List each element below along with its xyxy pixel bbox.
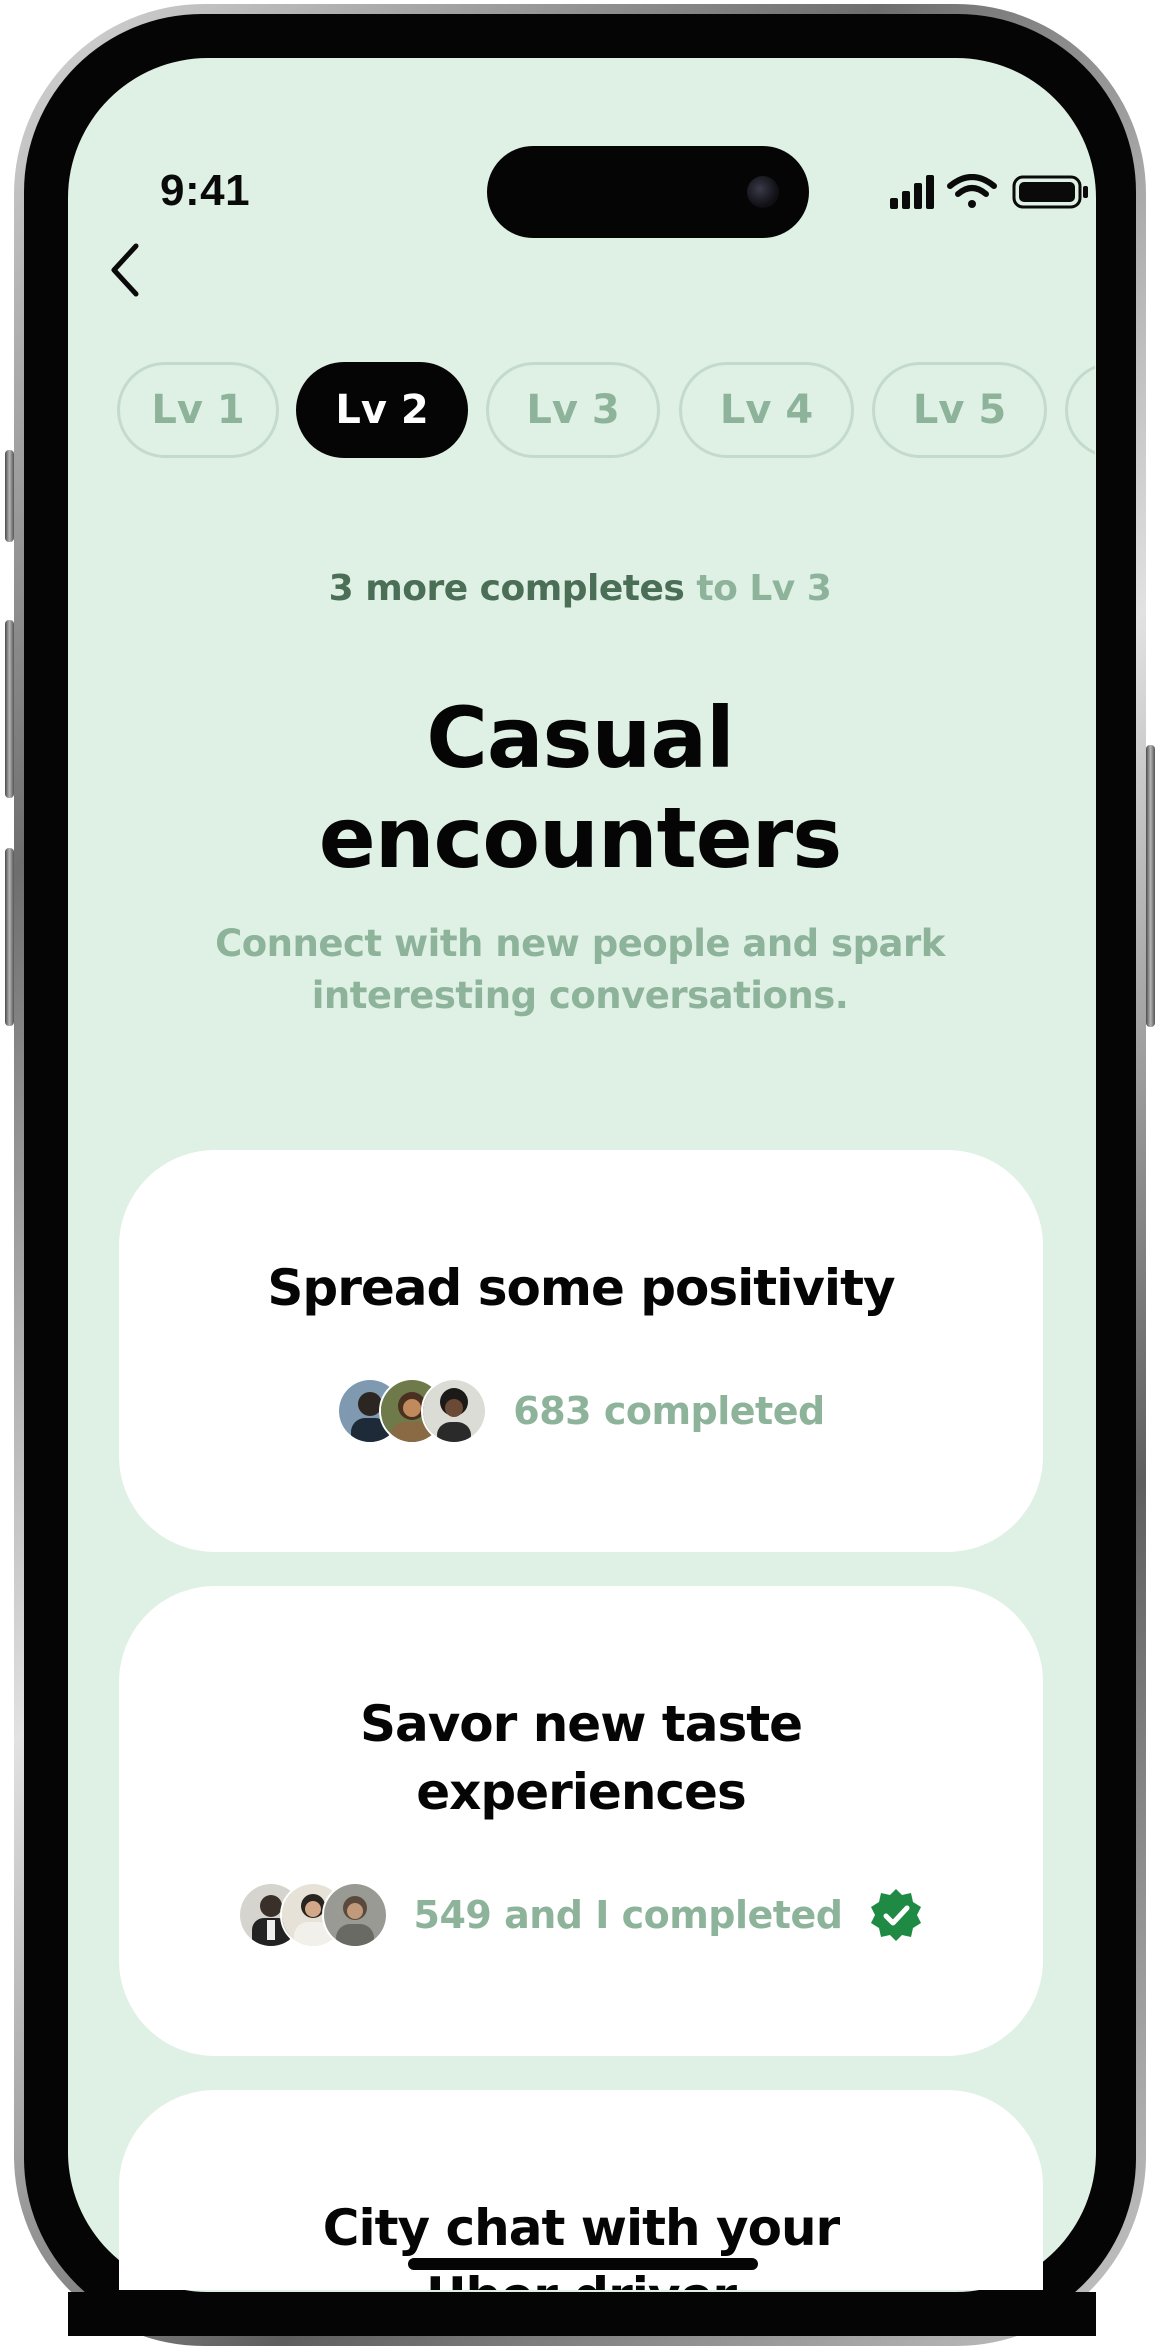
- page-title: Casual encounters: [0, 688, 1160, 888]
- card-meta: 549 and I completed: [119, 1882, 1043, 1948]
- progress-target: to Lv 3: [696, 568, 832, 609]
- level-tabs: Lv 1 Lv 2 Lv 3 Lv 4 Lv 5: [117, 360, 1095, 466]
- card-title-line-1: Savor new taste: [359, 1695, 803, 1753]
- card-title-line-1: Spread some positivity: [267, 1259, 895, 1317]
- challenge-card[interactable]: Savor new taste experiences 549 and I co…: [119, 1586, 1043, 2056]
- chevron-left-icon: [111, 243, 139, 297]
- title-line-1: Casual: [426, 689, 735, 787]
- level-tab-4[interactable]: Lv 4: [679, 362, 854, 458]
- card-title: Savor new taste experiences: [119, 1690, 1043, 1826]
- title-line-2: encounters: [318, 789, 842, 887]
- card-title-line-1: City chat with your: [322, 2199, 840, 2257]
- card-title: City chat with your Uber driver: [119, 2194, 1043, 2290]
- card-meta: 683 completed: [119, 1378, 1043, 1444]
- level-tab-2[interactable]: Lv 2: [296, 362, 468, 458]
- back-button[interactable]: [98, 238, 154, 302]
- page-subtitle: Connect with new people and spark intere…: [180, 918, 980, 1022]
- level-progress: 3 more completes to Lv 3: [0, 568, 1160, 609]
- status-icons: [890, 174, 1096, 210]
- completion-count: 683 completed: [513, 1389, 825, 1433]
- card-title-line-2: experiences: [416, 1763, 746, 1821]
- page: 9:41 Lv 1 Lv 2 Lv 3 Lv 4 Lv 5 3 more com…: [0, 0, 1160, 2350]
- level-tab-6[interactable]: [1065, 362, 1095, 458]
- battery-icon: [1012, 175, 1088, 209]
- card-title: Spread some positivity: [119, 1254, 1043, 1322]
- status-time: 9:41: [160, 166, 251, 215]
- wifi-icon: [947, 174, 997, 208]
- avatar-stack: [337, 1378, 488, 1444]
- progress-count: 3 more completes: [328, 568, 685, 609]
- action-button: [5, 450, 14, 542]
- completion-count: 549 and I completed: [413, 1893, 843, 1937]
- level-tab-3[interactable]: Lv 3: [486, 362, 660, 458]
- challenge-card[interactable]: Spread some positivity 683 completed: [119, 1150, 1043, 1552]
- level-tab-1[interactable]: Lv 1: [117, 362, 279, 458]
- avatar: [321, 1882, 388, 1948]
- avatar-stack: [237, 1882, 388, 1948]
- camera-icon: [747, 176, 779, 208]
- cellular-signal-icon: [890, 175, 934, 209]
- subtitle-line-1: Connect with new people and spark: [215, 922, 945, 965]
- dynamic-island: [487, 146, 809, 238]
- verified-badge-icon: [871, 1889, 922, 1941]
- status-icons-svg: [890, 174, 1088, 209]
- screen-bottom-mask: [68, 2292, 1096, 2336]
- subtitle-line-2: interesting conversations.: [311, 974, 849, 1017]
- home-indicator[interactable]: [408, 2258, 758, 2270]
- avatar: [421, 1378, 488, 1444]
- level-tab-5[interactable]: Lv 5: [872, 362, 1047, 458]
